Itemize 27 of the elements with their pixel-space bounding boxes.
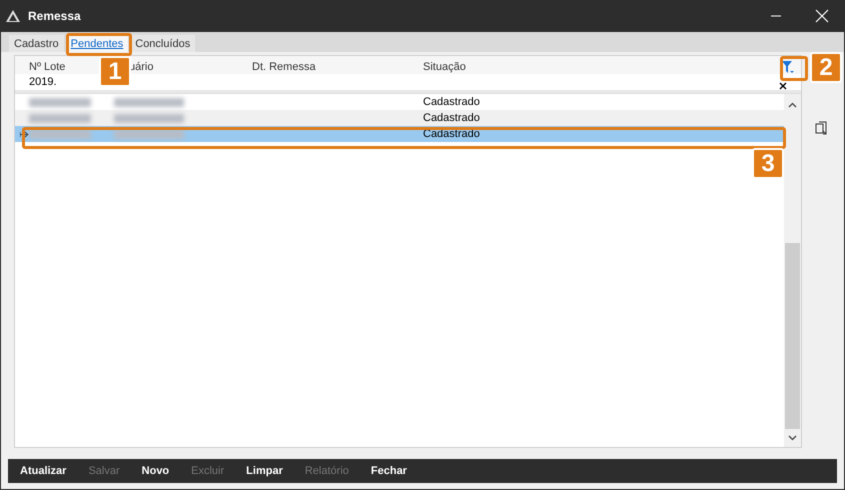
toolbar-button[interactable]: Atualizar [20, 465, 66, 477]
table-cell: Cadastrado [423, 112, 480, 124]
toolbar-button[interactable]: Novo [142, 465, 170, 477]
highlight-frame [780, 56, 808, 81]
step-number-badge: 2 [810, 52, 842, 83]
column-header[interactable]: Dt. Remessa [252, 61, 316, 73]
clear-filter-icon[interactable] [779, 82, 787, 90]
scrollbar-thumb[interactable] [785, 243, 800, 429]
scroll-up-icon[interactable] [788, 102, 797, 108]
filter-input[interactable]: 2019. [29, 76, 57, 88]
table-cell: Cadastrado [423, 128, 480, 140]
toolbar-button[interactable]: Fechar [370, 465, 407, 477]
table-row[interactable]: Cadastrado [15, 94, 784, 110]
step-number-badge: 3 [752, 148, 784, 179]
table-row[interactable]: Cadastrado [15, 110, 784, 126]
window-title: Remessa [28, 9, 81, 23]
tab[interactable]: Concluídos [130, 35, 196, 52]
step-number-badge: 1 [99, 56, 131, 87]
table-cell: Cadastrado [423, 96, 480, 108]
current-row-arrow-icon [20, 130, 29, 138]
highlight-frame [66, 33, 132, 56]
tab[interactable]: Cadastro [9, 35, 64, 52]
toolbar-button[interactable]: Limpar [246, 465, 283, 477]
app-logo-icon [6, 10, 20, 22]
column-header[interactable]: Nº Lote [29, 61, 66, 73]
column-header[interactable]: Situação [423, 61, 466, 73]
scroll-down-icon[interactable] [788, 435, 797, 441]
